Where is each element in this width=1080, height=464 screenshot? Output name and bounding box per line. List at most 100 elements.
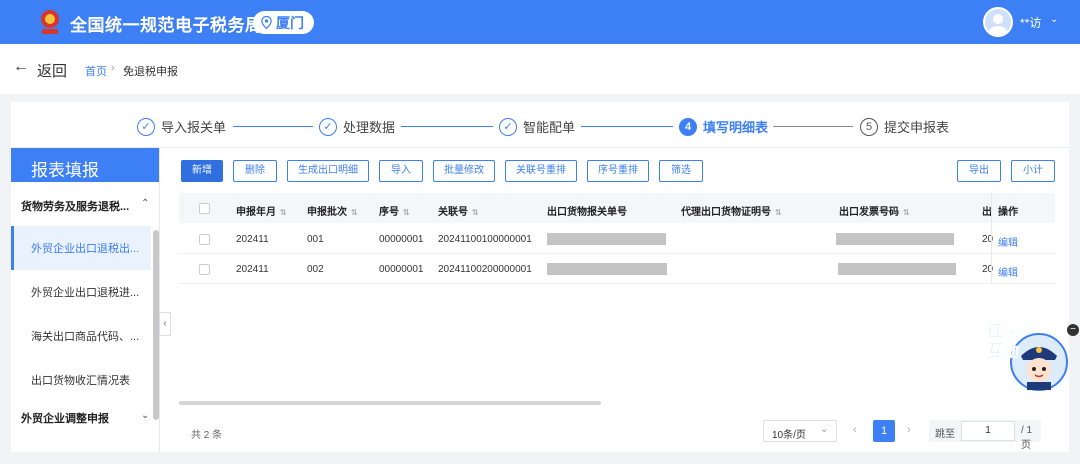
row-checkbox[interactable] bbox=[199, 234, 210, 245]
cell-seq: 00000001 bbox=[379, 264, 424, 275]
sort-icon[interactable]: ⇅ bbox=[351, 208, 358, 217]
export-button[interactable]: 导出 bbox=[957, 160, 1001, 182]
edit-link[interactable]: 编辑 bbox=[998, 234, 1018, 249]
column-header[interactable]: 申报批次 ⇅ bbox=[307, 203, 358, 218]
next-page-button[interactable]: › bbox=[907, 424, 911, 436]
breadcrumb-current: 免退税申报 bbox=[123, 66, 178, 78]
chevron-up-icon[interactable]: ⌃ bbox=[141, 198, 149, 209]
import-button[interactable]: 导入 bbox=[379, 160, 423, 182]
interaction-assistant-button[interactable]: 征纳互动 bbox=[985, 320, 1069, 402]
redacted-invoice-number bbox=[838, 263, 956, 275]
redacted-invoice-number bbox=[836, 233, 954, 245]
step-submit: 5 提交申报表 bbox=[860, 117, 949, 136]
column-header[interactable]: 申报年月 ⇅ bbox=[236, 203, 287, 218]
generate-detail-button[interactable]: 生成出口明细 bbox=[287, 160, 369, 182]
redacted-customs-number bbox=[547, 263, 667, 275]
step-connector bbox=[401, 126, 493, 127]
total-pages: / 1 页 bbox=[1021, 425, 1033, 451]
sort-icon[interactable]: ⇅ bbox=[903, 208, 910, 217]
batch-edit-button[interactable]: 批量修改 bbox=[433, 160, 495, 182]
page-jumper: 跳至 1 / 1 页 bbox=[929, 420, 1041, 451]
city-selector[interactable]: 厦门 bbox=[253, 11, 314, 34]
cell-link: 20241100100000001 bbox=[438, 234, 532, 245]
step-label: 导入报关单 bbox=[161, 120, 227, 135]
chevron-down-icon[interactable]: ⌄ bbox=[141, 410, 149, 421]
step-import: ✓ 导入报关单 bbox=[137, 117, 226, 136]
sidebar-group-adjust[interactable]: 外贸企业调整申报 bbox=[21, 410, 109, 426]
cell-batch: 002 bbox=[307, 264, 324, 275]
subtotal-button[interactable]: 小计 bbox=[1011, 160, 1055, 182]
step-progress: ✓ 导入报关单 ✓ 处理数据 ✓ 智能配单 4 填写明细表 5 提交申报表 bbox=[11, 102, 1069, 148]
step-process: ✓ 处理数据 bbox=[319, 117, 395, 136]
page-size-value: 10条/页 bbox=[772, 430, 806, 441]
sidebar-item-customs-code[interactable]: 海关出口商品代码、... bbox=[11, 314, 151, 358]
prev-page-button[interactable]: ‹ bbox=[853, 424, 857, 436]
step-connector bbox=[581, 126, 673, 127]
sidebar-item-receipt[interactable]: 出口货物收汇情况表 bbox=[11, 358, 151, 402]
close-icon[interactable]: − bbox=[1067, 324, 1079, 336]
add-button[interactable]: 新增 bbox=[181, 160, 223, 182]
filter-button[interactable]: 筛选 bbox=[659, 160, 703, 182]
step-fill-detail: 4 填写明细表 bbox=[679, 117, 768, 136]
sidebar-group-goods[interactable]: 货物劳务及服务退税... bbox=[21, 198, 129, 214]
chevron-down-icon: ⌄ bbox=[820, 424, 829, 435]
cell-seq: 00000001 bbox=[379, 234, 424, 245]
cell-batch: 001 bbox=[307, 234, 324, 245]
sort-icon[interactable]: ⇅ bbox=[403, 208, 410, 217]
row-checkbox[interactable] bbox=[199, 264, 210, 275]
main-card: ✓ 导入报关单 ✓ 处理数据 ✓ 智能配单 4 填写明细表 5 提交申报表 报表… bbox=[11, 102, 1069, 452]
back-arrow-icon[interactable]: ← bbox=[13, 58, 29, 76]
reseq-button[interactable]: 序号重排 bbox=[587, 160, 649, 182]
breadcrumb-home[interactable]: 首页 bbox=[85, 63, 107, 79]
column-header: 出口货物报关单号 bbox=[547, 207, 627, 218]
cell-period: 202411 bbox=[236, 234, 269, 245]
sidebar-item-import-refund[interactable]: 外贸企业出口退税进... bbox=[11, 270, 151, 314]
back-button[interactable]: 返回 bbox=[37, 60, 67, 81]
location-pin-icon bbox=[261, 16, 272, 29]
sort-icon[interactable]: ⇅ bbox=[775, 208, 782, 217]
step-label: 填写明细表 bbox=[703, 120, 769, 135]
step-match: ✓ 智能配单 bbox=[499, 117, 575, 136]
user-icon bbox=[988, 14, 1008, 35]
top-bar: 全国统一规范电子税务局 厦门 **访 ⌄ bbox=[0, 0, 1080, 44]
step-number: 4 bbox=[679, 117, 697, 136]
sort-icon[interactable]: ⇅ bbox=[280, 208, 287, 217]
collapse-sidebar-button[interactable]: ‹ bbox=[159, 312, 171, 336]
redacted-customs-number bbox=[547, 233, 666, 245]
column-header-action: 操作 bbox=[998, 207, 1018, 218]
sidebar-title: 报表填报 bbox=[11, 148, 159, 182]
report-sidebar: 报表填报 货物劳务及服务退税... ⌃ 外贸企业出口退税出... 外贸企业出口退… bbox=[11, 148, 160, 452]
table-row[interactable]: 202411 002 00000001 20241100200000001 20… bbox=[179, 254, 1055, 284]
column-header[interactable]: 代理出口货物证明号 ⇅ bbox=[681, 203, 782, 218]
table-row[interactable]: 202411 001 00000001 20241100100000001 20… bbox=[179, 224, 1055, 254]
column-header[interactable]: 序号 ⇅ bbox=[379, 203, 410, 218]
select-all-checkbox[interactable] bbox=[199, 203, 210, 214]
column-header[interactable]: 关联号 ⇅ bbox=[438, 203, 479, 218]
breadcrumb-separator: › bbox=[111, 62, 115, 74]
user-name[interactable]: **访 bbox=[1020, 14, 1041, 31]
jump-page-input[interactable]: 1 bbox=[961, 421, 1015, 441]
check-icon: ✓ bbox=[499, 117, 517, 136]
chevron-down-icon[interactable]: ⌄ bbox=[1050, 14, 1058, 25]
step-connector bbox=[773, 126, 853, 127]
step-label: 提交申报表 bbox=[884, 120, 950, 135]
relink-button[interactable]: 关联号重排 bbox=[505, 160, 577, 182]
column-header[interactable]: 出口发票号码 ⇅ bbox=[839, 203, 910, 218]
step-label: 处理数据 bbox=[343, 120, 396, 135]
current-page-button[interactable]: 1 bbox=[873, 420, 895, 442]
fixed-column-divider bbox=[991, 193, 992, 283]
delete-button[interactable]: 删除 bbox=[233, 160, 277, 182]
sort-icon[interactable]: ⇅ bbox=[472, 208, 479, 217]
check-icon: ✓ bbox=[319, 117, 337, 136]
user-avatar[interactable] bbox=[983, 7, 1013, 37]
table-horizontal-scrollbar[interactable] bbox=[179, 401, 601, 405]
step-label: 智能配单 bbox=[523, 120, 576, 135]
step-number: 5 bbox=[860, 117, 878, 136]
tax-emblem-icon bbox=[41, 10, 59, 34]
table-header: 申报年月 ⇅ 申报批次 ⇅ 序号 ⇅ 关联号 ⇅ 出口货物报关单号 代理出口货物证明号 ⇅… bbox=[179, 193, 1055, 223]
cell-period: 202411 bbox=[236, 264, 269, 275]
page-size-select[interactable]: 10条/页 ⌄ bbox=[763, 420, 837, 442]
edit-link[interactable]: 编辑 bbox=[998, 264, 1018, 279]
sidebar-item-export-refund[interactable]: 外贸企业出口退税出... bbox=[11, 226, 151, 270]
cell-link: 20241100200000001 bbox=[438, 264, 532, 275]
